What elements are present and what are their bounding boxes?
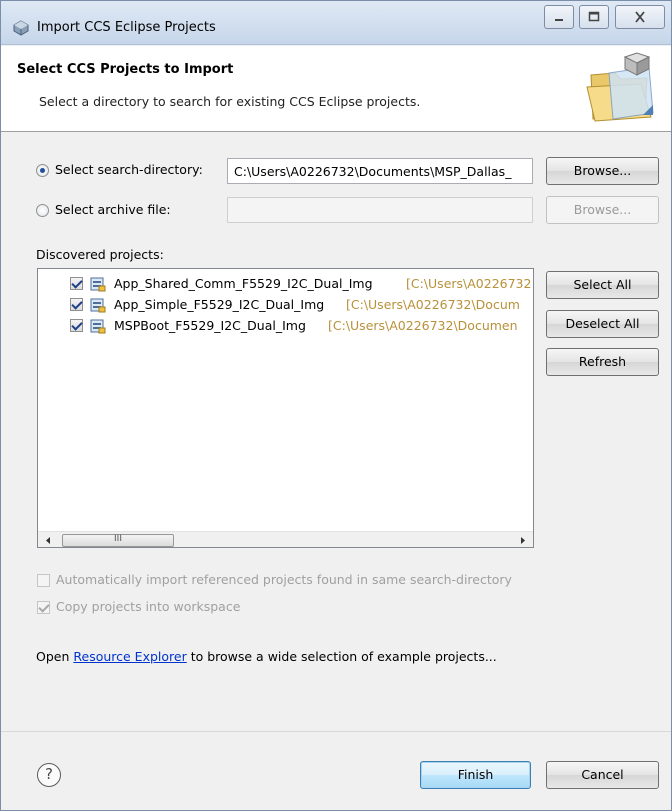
footer-separator [1,731,671,732]
window-title: Import CCS Eclipse Projects [37,20,216,35]
list-item[interactable]: MSPBoot_F5529_I2C_Dual_Img [C:\Users\A02… [70,316,530,336]
search-directory-label: Select search-directory: [55,162,203,177]
scroll-left-icon[interactable] [40,532,57,547]
project-checkbox[interactable] [70,319,83,332]
page-description: Select a directory to search for existin… [39,94,421,109]
import-dialog-window: Import CCS Eclipse Projects Select CCS P… [0,0,672,811]
select-all-button[interactable]: Select All [546,271,659,299]
project-path: [C:\Users\A0226732\Documen [328,318,518,333]
auto-import-checkbox[interactable] [37,574,50,587]
page-title: Select CCS Projects to Import [17,62,234,77]
resource-explorer-link[interactable]: Resource Explorer [73,649,186,664]
ccs-project-icon [90,318,106,334]
auto-import-label: Automatically import referenced projects… [56,572,512,587]
close-icon [635,11,645,23]
list-item[interactable]: App_Shared_Comm_F5529_I2C_Dual_Img [C:\U… [70,274,532,294]
resource-explorer-text: Open Resource Explorer to browse a wide … [36,649,497,664]
scroll-right-icon[interactable] [514,532,531,547]
import-wizard-folder-icon [579,51,659,127]
search-directory-input[interactable]: C:\Users\A0226732\Documents\MSP_Dallas_ [227,158,533,184]
maximize-button[interactable] [579,5,609,29]
close-button[interactable] [615,5,665,29]
minimize-button[interactable] [544,5,574,29]
ccs-app-icon [13,20,29,36]
finish-button[interactable]: Finish [420,761,531,789]
discovered-projects-list[interactable]: App_Shared_Comm_F5529_I2C_Dual_Img [C:\U… [37,268,534,548]
project-checkbox[interactable] [70,277,83,290]
copy-projects-checkbox[interactable] [37,601,50,614]
project-name: MSPBoot_F5529_I2C_Dual_Img [114,318,306,333]
maximize-icon [588,11,600,22]
archive-file-input[interactable] [227,197,533,223]
project-name: App_Simple_F5529_I2C_Dual_Img [114,297,325,312]
project-path: [C:\Users\A0226732 [406,276,532,291]
copy-projects-label: Copy projects into workspace [56,599,241,614]
search-directory-radio[interactable] [36,164,49,177]
list-item[interactable]: App_Simple_F5529_I2C_Dual_Img [C:\Users\… [70,295,530,315]
discovered-projects-label: Discovered projects: [36,247,164,262]
horizontal-scrollbar[interactable]: III [38,531,533,547]
project-checkbox[interactable] [70,298,83,311]
header-banner: Select CCS Projects to Import Select a d… [1,46,671,132]
help-icon[interactable]: ? [37,763,61,787]
resource-suffix: to browse a wide selection of example pr… [186,649,497,664]
title-bar[interactable]: Import CCS Eclipse Projects [1,1,671,45]
archive-file-label: Select archive file: [55,202,171,217]
refresh-button[interactable]: Refresh [546,348,659,376]
browse-directory-button[interactable]: Browse... [546,157,659,185]
cancel-button[interactable]: Cancel [546,761,659,789]
deselect-all-button[interactable]: Deselect All [546,310,659,338]
minimize-icon [555,19,563,21]
ccs-project-icon [90,297,106,313]
ccs-project-icon [90,276,106,292]
scroll-thumb[interactable]: III [62,534,174,547]
project-name: App_Shared_Comm_F5529_I2C_Dual_Img [114,276,373,291]
resource-prefix: Open [36,649,74,664]
archive-file-radio[interactable] [36,204,49,217]
browse-archive-button[interactable]: Browse... [546,196,659,224]
project-path: [C:\Users\A0226732\Docum [346,297,520,312]
